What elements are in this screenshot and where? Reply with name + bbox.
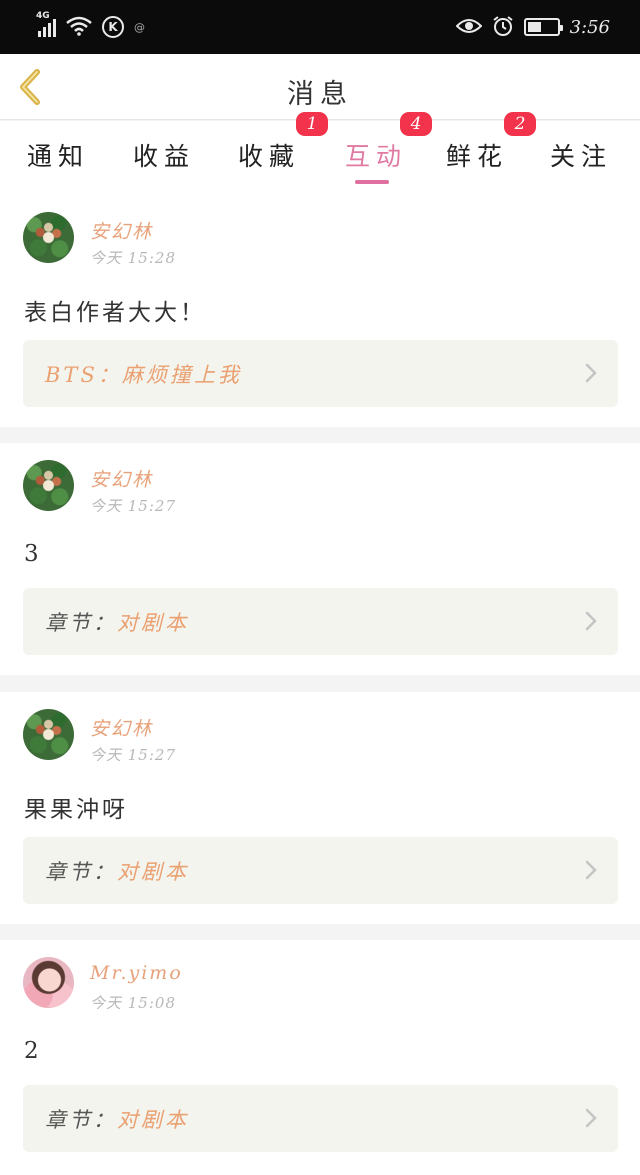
nav-bar: 消息	[0, 54, 640, 120]
list-item[interactable]: 安幻林 今天 15:27 果果沖呀 章节： 对剧本	[0, 692, 640, 924]
chevron-right-icon	[585, 860, 597, 880]
avatar[interactable]	[23, 212, 74, 263]
cell-signal-icon: 4G	[36, 11, 56, 37]
active-tab-indicator	[355, 180, 389, 184]
battery-level	[527, 22, 541, 32]
tab-favorites[interactable]: 收藏	[238, 137, 300, 187]
link-title: BTS：麻烦撞上我	[45, 362, 242, 387]
avatar[interactable]	[23, 957, 74, 1008]
link-title: 对剧本	[117, 610, 189, 635]
notification-indicator: @	[134, 20, 145, 34]
tab-notifications[interactable]: 通知	[27, 137, 89, 187]
eye-icon	[455, 17, 482, 38]
linked-chapter-box[interactable]: 章节： 对剧本	[23, 837, 618, 904]
link-prefix: 章节：	[45, 859, 117, 884]
chevron-right-icon	[585, 363, 597, 383]
k-app-icon: K	[102, 16, 124, 38]
user-name[interactable]: 安幻林	[90, 217, 153, 244]
interactions-badge: 4	[400, 112, 432, 136]
list-item[interactable]: Mr.yimo 今天 15:08 2 章节： 对剧本	[0, 940, 640, 1175]
post-time: 今天 15:08	[90, 994, 176, 1012]
chevron-right-icon	[585, 611, 597, 631]
tab-flowers[interactable]: 鲜花	[446, 137, 508, 187]
status-bar: 4G K @ 3:56	[0, 0, 640, 54]
favorites-badge: 1	[296, 112, 328, 136]
page-title: 消息	[287, 79, 353, 110]
link-prefix: 章节：	[45, 1107, 117, 1132]
tab-following[interactable]: 关注	[550, 137, 612, 187]
post-time: 今天 15:27	[90, 497, 176, 515]
post-text: 2	[24, 1038, 42, 1064]
list-item[interactable]: 安幻林 今天 15:27 3 章节： 对剧本	[0, 443, 640, 675]
linked-book-box[interactable]: BTS：麻烦撞上我	[23, 340, 618, 407]
tab-earnings[interactable]: 收益	[133, 137, 195, 187]
flowers-badge: 2	[504, 112, 536, 136]
chevron-right-icon	[585, 1108, 597, 1128]
post-time: 今天 15:27	[90, 746, 176, 764]
user-name[interactable]: Mr.yimo	[90, 962, 183, 984]
alarm-icon	[492, 15, 514, 40]
post-text: 果果沖呀	[24, 797, 128, 823]
user-name[interactable]: 安幻林	[90, 714, 153, 741]
avatar[interactable]	[23, 460, 74, 511]
post-time: 今天 15:28	[90, 249, 176, 267]
network-type: 4G	[36, 11, 50, 21]
list-item[interactable]: 安幻林 今天 15:28 表白作者大大！ BTS：麻烦撞上我	[0, 195, 640, 427]
wifi-icon	[66, 16, 92, 39]
battery-icon	[523, 18, 563, 36]
post-text: 表白作者大大！	[24, 300, 206, 326]
linked-chapter-box[interactable]: 章节： 对剧本	[23, 1085, 618, 1152]
link-prefix: 章节：	[45, 610, 117, 635]
linked-chapter-box[interactable]: 章节： 对剧本	[23, 588, 618, 655]
clock: 3:56	[569, 16, 610, 38]
link-title: 对剧本	[117, 859, 189, 884]
avatar[interactable]	[23, 709, 74, 760]
post-text: 3	[24, 541, 42, 567]
user-name[interactable]: 安幻林	[90, 465, 153, 492]
link-title: 对剧本	[117, 1107, 189, 1132]
